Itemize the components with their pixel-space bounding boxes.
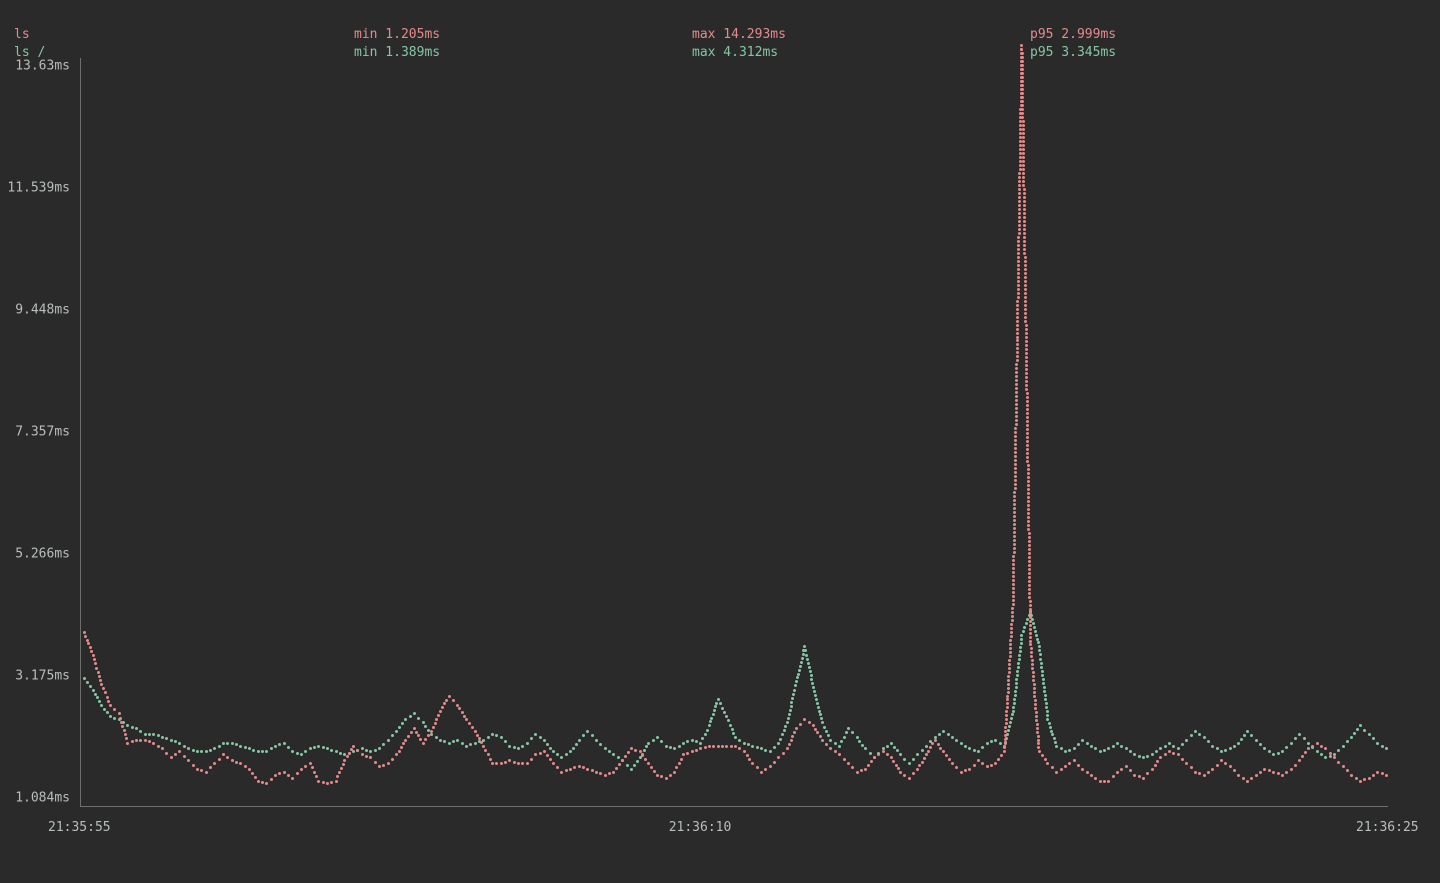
y-axis-tick: 13.63ms: [15, 59, 70, 74]
y-axis-tick: 7.357ms: [15, 425, 70, 440]
x-axis-tick: 21:35:55: [48, 820, 111, 835]
y-axis-tick: 9.448ms: [15, 303, 70, 318]
x-axis-tick: 21:36:25: [1356, 820, 1419, 835]
y-axis-tick: 5.266ms: [15, 547, 70, 562]
series-name: ls: [14, 26, 354, 44]
y-axis: 13.63ms 11.539ms 9.448ms 7.357ms 5.266ms 3.17…: [0, 58, 76, 803]
x-axis-tick: 21:36:10: [669, 820, 732, 835]
plot-area: [80, 58, 1388, 806]
legend-row-ls: ls min 1.205ms max 14.293ms p95 2.999ms: [14, 26, 1440, 44]
series-max: max 14.293ms: [692, 26, 1030, 44]
series-p95: p95 2.999ms: [1030, 26, 1440, 44]
series-min: min 1.205ms: [354, 26, 692, 44]
y-axis-tick: 11.539ms: [7, 181, 70, 196]
latency-chart: 13.63ms 11.539ms 9.448ms 7.357ms 5.266ms 3.17…: [0, 58, 1400, 818]
y-axis-tick: 1.084ms: [15, 791, 70, 806]
legend: ls min 1.205ms max 14.293ms p95 2.999ms …: [0, 26, 1440, 62]
x-axis-line: [80, 806, 1388, 807]
x-axis: 21:35:5521:36:1021:36:25: [0, 820, 1400, 840]
y-axis-tick: 3.175ms: [15, 669, 70, 684]
